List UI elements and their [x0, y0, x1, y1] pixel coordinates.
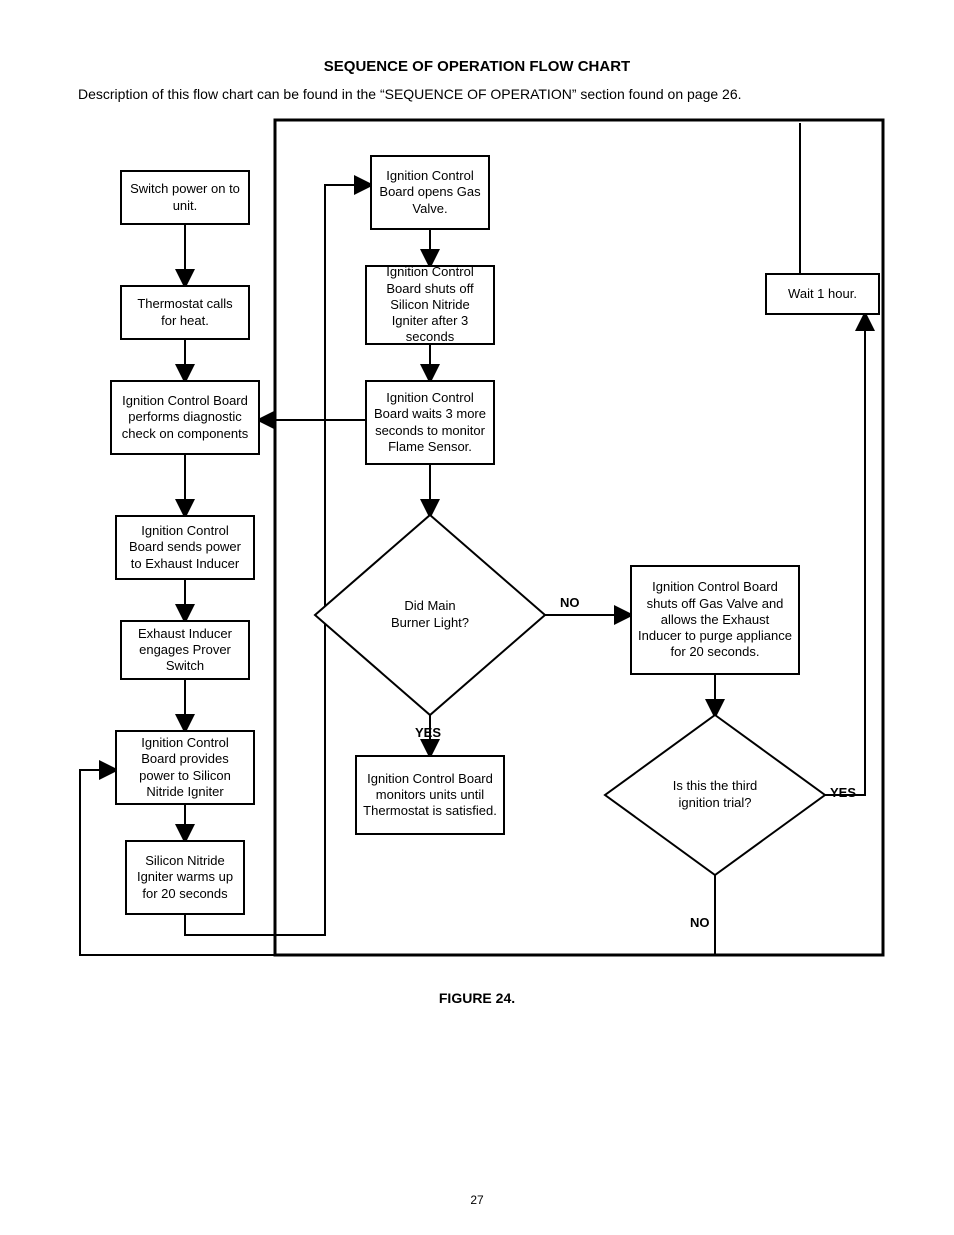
- step-prover-switch: Exhaust Inducer engages Prover Switch: [120, 620, 250, 680]
- step-diagnostic-check: Ignition Control Board performs diagnost…: [110, 380, 260, 455]
- step-igniter-warmup: Silicon Nitride Igniter warms up for 20 …: [125, 840, 245, 915]
- page-title: SEQUENCE OF OPERATION FLOW CHART: [0, 58, 954, 75]
- step-power-igniter: Ignition Control Board provides power to…: [115, 730, 255, 805]
- step-monitor-thermostat: Ignition Control Board monitors units un…: [355, 755, 505, 835]
- label-yes-2: YES: [830, 785, 856, 800]
- decision-burner-light-l2: Burner Light?: [391, 615, 469, 630]
- step-shutoff-igniter: Ignition Control Board shuts off Silicon…: [365, 265, 495, 345]
- label-yes-1: YES: [415, 725, 441, 740]
- decision-third-trial-l1: Is this the third: [673, 778, 758, 793]
- decision-burner-light-l1: Did Main: [404, 598, 455, 613]
- step-power-inducer: Ignition Control Board sends power to Ex…: [115, 515, 255, 580]
- label-no-1: NO: [560, 595, 580, 610]
- figure-caption: FIGURE 24.: [0, 990, 954, 1006]
- flowchart: Did Main Burner Light? Is this the third…: [75, 115, 885, 965]
- step-open-gas-valve: Ignition Control Board opens Gas Valve.: [370, 155, 490, 230]
- decision-third-trial-l2: ignition trial?: [679, 795, 752, 810]
- step-monitor-flame: Ignition Control Board waits 3 more seco…: [365, 380, 495, 465]
- page-description: Description of this flow chart can be fo…: [78, 86, 894, 102]
- step-power-on: Switch power on to unit.: [120, 170, 250, 225]
- step-purge: Ignition Control Board shuts off Gas Val…: [630, 565, 800, 675]
- step-wait-hour: Wait 1 hour.: [765, 273, 880, 315]
- label-no-2: NO: [690, 915, 710, 930]
- page-number: 27: [0, 1193, 954, 1207]
- step-thermostat-call: Thermostat calls for heat.: [120, 285, 250, 340]
